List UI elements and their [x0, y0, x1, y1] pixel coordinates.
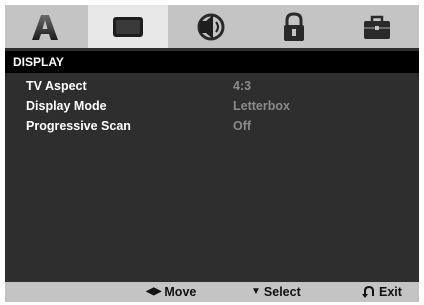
exit-hint-label: Exit — [379, 285, 402, 299]
select-hint-label: Select — [263, 285, 301, 299]
tab-audio[interactable] — [171, 5, 251, 48]
tab-lock[interactable] — [254, 5, 334, 48]
setup-menu: DISPLAY TV Aspect 4:3 Display Mode Lette… — [5, 5, 419, 302]
return-arrow-icon — [362, 285, 374, 298]
setting-row-tv-aspect[interactable]: TV Aspect 4:3 — [5, 76, 419, 96]
exit-hint: Exit — [362, 282, 402, 302]
setting-row-progressive-scan[interactable]: Progressive Scan Off — [5, 116, 419, 136]
setting-label: Progressive Scan — [26, 119, 131, 133]
setting-value[interactable]: Letterbox — [233, 96, 290, 116]
tab-language[interactable] — [5, 5, 85, 48]
tab-display[interactable] — [88, 5, 168, 48]
move-hint: ◀▶ Move — [146, 282, 196, 302]
left-right-arrows-icon: ◀▶ — [146, 286, 162, 297]
down-arrow-icon: ▼ — [251, 286, 261, 297]
setting-label: Display Mode — [26, 99, 107, 113]
tab-bar — [5, 5, 419, 48]
setting-label: TV Aspect — [26, 79, 87, 93]
letter-a-icon — [32, 14, 58, 40]
briefcase-icon — [364, 15, 390, 39]
setting-row-display-mode[interactable]: Display Mode Letterbox — [5, 96, 419, 116]
select-hint: ▼ Select — [251, 282, 301, 302]
display-screen-icon — [113, 16, 143, 37]
move-hint-label: Move — [164, 285, 197, 299]
tab-others[interactable] — [337, 5, 417, 48]
setting-value[interactable]: 4:3 — [233, 76, 251, 96]
setting-value[interactable]: Off — [233, 116, 251, 136]
padlock-icon — [284, 11, 304, 41]
speaker-icon — [197, 13, 225, 40]
panel-title: DISPLAY — [5, 51, 419, 73]
footer-hint-bar: ◀▶ Move ▼ Select Exit — [5, 282, 419, 302]
